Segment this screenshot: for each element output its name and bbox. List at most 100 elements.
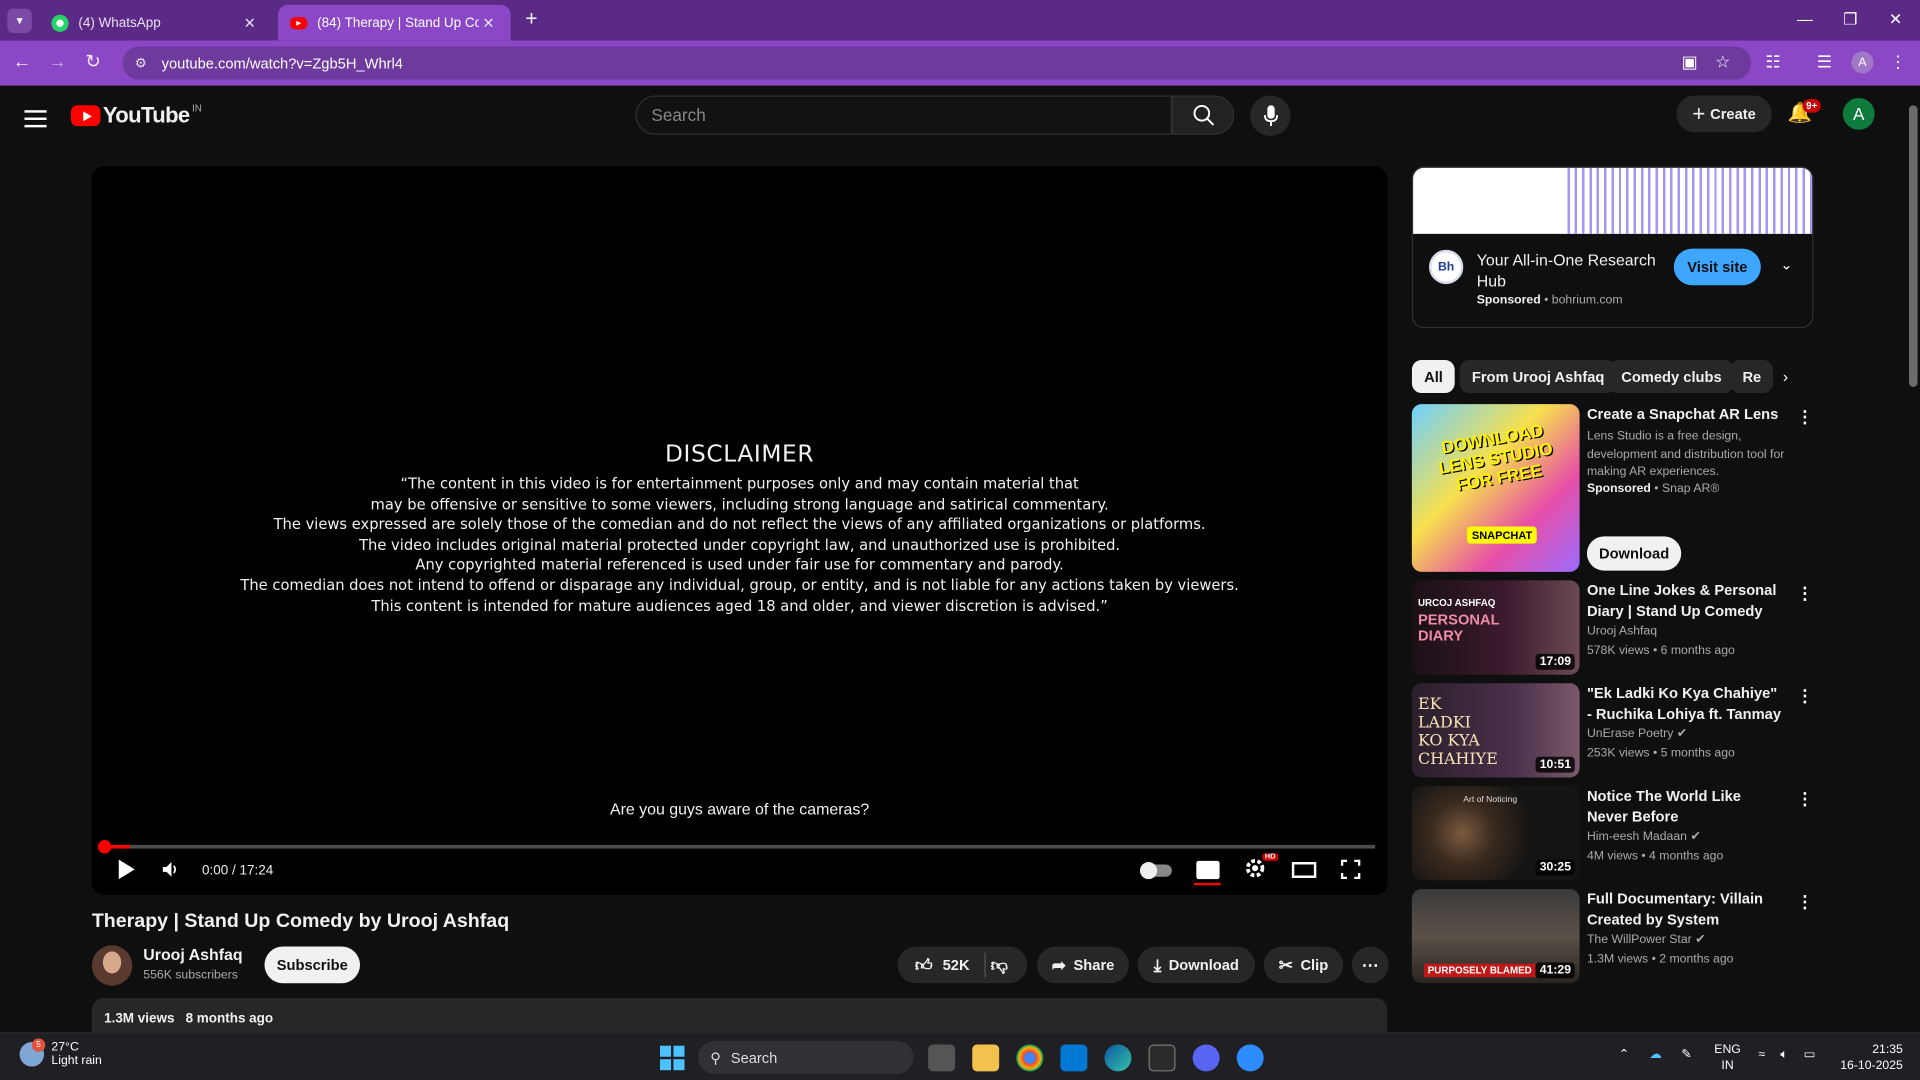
channel-name[interactable]: Urooj Ashfaq [143, 945, 242, 963]
battery-icon[interactable]: ▭ [1804, 1048, 1816, 1061]
back-icon[interactable]: ← [10, 50, 34, 74]
vscode-icon[interactable] [1060, 1044, 1088, 1072]
terminal-icon[interactable] [1148, 1044, 1176, 1072]
new-tab-button[interactable]: + [519, 7, 543, 31]
video-title[interactable]: Full Documentary: Villain Created by Sys… [1587, 889, 1783, 929]
more-vert-icon[interactable]: ⋮ [1796, 407, 1813, 428]
windows-start-icon[interactable] [659, 1044, 686, 1071]
tab-whatsapp[interactable]: (4) WhatsApp ✕ [39, 5, 272, 41]
search-input[interactable]: Search [635, 95, 1172, 135]
progress-scrubber[interactable] [97, 840, 112, 854]
channel-name[interactable]: UnErase Poetry ✔ [1587, 727, 1687, 740]
theater-mode-icon[interactable] [1291, 862, 1317, 878]
thumbs-down-icon[interactable]: 👎︎ [991, 954, 1008, 975]
tab-search-button[interactable]: ▾ [7, 8, 32, 34]
zoom-icon[interactable] [1236, 1044, 1264, 1072]
more-vert-icon[interactable]: ⋮ [1796, 583, 1813, 604]
onedrive-icon[interactable]: ☁ [1649, 1048, 1661, 1061]
task-view-icon[interactable] [928, 1044, 956, 1072]
thumbnail[interactable]: PURPOSELY BLAMED 41:29 [1411, 888, 1580, 984]
description-box[interactable]: 1.3M views 8 months ago [91, 997, 1388, 1033]
sponsored-recommendation[interactable]: DOWNLOAD LENS STUDIO FOR FREE SNAPCHAT C… [1411, 404, 1813, 573]
search-button[interactable] [1171, 95, 1235, 135]
language-indicator[interactable]: ENG IN [1714, 1042, 1741, 1074]
progress-bar[interactable] [97, 840, 1376, 854]
share-button[interactable]: ➦ Share [1037, 946, 1129, 984]
thumbnail[interactable]: URCOJ ASHFAQ PERSONAL DIARY 17:09 [1411, 580, 1580, 675]
chip-comedy-clubs[interactable]: Comedy clubs [1608, 360, 1734, 394]
chip-more[interactable]: Re [1730, 360, 1774, 394]
recommendation-item[interactable]: URCOJ ASHFAQ PERSONAL DIARY 17:09 One Li… [1411, 580, 1813, 676]
system-clock[interactable]: 21:35 16-10-2025 [1832, 1042, 1903, 1074]
restore-icon[interactable]: ❐ [1838, 10, 1862, 30]
visit-site-button[interactable]: Visit site [1673, 248, 1761, 286]
video-title[interactable]: One Line Jokes & Personal Diary | Stand … [1587, 580, 1783, 622]
media-control-icon[interactable]: ☰ [1812, 51, 1836, 72]
thumbnail[interactable]: Art of Noticing 30:25 [1411, 786, 1580, 881]
video-title[interactable]: Notice The World Like Never Before [1587, 786, 1783, 826]
subscribe-button[interactable]: Subscribe [264, 946, 361, 984]
like-button[interactable]: 👍︎ 52K [915, 954, 970, 975]
account-avatar[interactable]: A [1842, 97, 1875, 130]
site-info-icon[interactable]: ⚙ [135, 55, 155, 71]
settings-button[interactable] [1244, 857, 1266, 884]
more-vert-icon[interactable]: ⋮ [1796, 891, 1813, 912]
taskbar-search[interactable]: ⚲ Search [697, 1040, 914, 1074]
play-button[interactable] [116, 858, 136, 885]
minimize-icon[interactable]: — [1793, 10, 1817, 28]
close-icon[interactable]: ✕ [240, 14, 260, 31]
create-button[interactable]: + Create [1676, 95, 1772, 133]
thumbnail[interactable]: EK LADKI KO KYA CHAHIYE 10:51 [1411, 683, 1580, 778]
edge-icon[interactable] [1104, 1044, 1132, 1072]
download-button[interactable]: ⤓ Download [1137, 946, 1256, 984]
channel-name[interactable]: Urooj Ashfaq [1587, 624, 1657, 637]
extensions-icon[interactable]: ☷ [1761, 51, 1785, 72]
video-title[interactable]: Create a Snapchat AR Lens [1587, 404, 1783, 424]
recommendation-item[interactable]: Art of Noticing 30:25 Notice The World L… [1411, 786, 1813, 882]
speaker-icon[interactable]: 🔈︎ [1780, 1048, 1787, 1061]
subtitles-icon[interactable] [1196, 860, 1220, 880]
autoplay-toggle[interactable] [1140, 862, 1172, 880]
install-app-icon[interactable]: ▣ [1678, 51, 1702, 72]
reload-icon[interactable]: ↻ [81, 50, 105, 74]
sponsored-ad-card[interactable]: Bh Your All-in-One Research Hub Sponsore… [1411, 166, 1814, 329]
url-field[interactable]: ⚙ youtube.com/watch?v=Zgb5H_Whrl4 [122, 46, 1752, 80]
channel-name[interactable]: The WillPower Star ✔ [1587, 933, 1705, 946]
voice-search-button[interactable] [1250, 95, 1291, 136]
tab-youtube[interactable]: (84) Therapy | Stand Up Comedy ✕ [277, 4, 511, 41]
chrome-icon[interactable] [1016, 1044, 1044, 1072]
bookmark-star-icon[interactable]: ☆ [1711, 51, 1735, 72]
mute-button[interactable] [162, 861, 182, 883]
video-player[interactable]: DISCLAIMER “The content in this video is… [91, 166, 1388, 896]
close-icon[interactable]: ✕ [479, 14, 499, 31]
chevron-up-icon[interactable]: ⌃ [1619, 1048, 1629, 1061]
chip-from-channel[interactable]: From Urooj Ashfaq [1459, 360, 1617, 394]
chip-all[interactable]: All [1411, 360, 1456, 394]
browser-profile-avatar[interactable]: A [1851, 51, 1874, 74]
forward-icon[interactable]: → [45, 50, 69, 74]
recommendation-item[interactable]: EK LADKI KO KYA CHAHIYE 10:51 "Ek Ladki … [1411, 683, 1813, 779]
thumbnail[interactable]: DOWNLOAD LENS STUDIO FOR FREE SNAPCHAT [1411, 404, 1580, 572]
clip-button[interactable]: ✂ Clip [1263, 946, 1344, 984]
video-title[interactable]: "Ek Ladki Ko Kya Chahiye" - Ruchika Lohi… [1587, 683, 1783, 725]
menu-icon[interactable] [24, 105, 47, 132]
ad-title[interactable]: Your All-in-One Research Hub [1477, 250, 1673, 292]
more-vert-icon[interactable]: ⋮ [1796, 789, 1813, 810]
pen-icon[interactable]: ✎ [1681, 1048, 1691, 1061]
chevron-down-icon[interactable]: ⌄ [1780, 256, 1792, 273]
window-close-icon[interactable]: ✕ [1883, 10, 1907, 30]
ad-download-button[interactable]: Download [1586, 536, 1682, 571]
more-actions-button[interactable]: ⋯ [1351, 946, 1389, 984]
scrollbar-thumb[interactable] [1908, 105, 1918, 387]
chevron-right-icon[interactable]: › [1783, 367, 1788, 385]
more-vert-icon[interactable]: ⋮ [1796, 686, 1813, 707]
browser-menu-icon[interactable]: ⋮ [1886, 51, 1910, 72]
fullscreen-button[interactable] [1340, 859, 1361, 880]
file-explorer-icon[interactable] [972, 1044, 1000, 1072]
discord-icon[interactable] [1192, 1044, 1220, 1072]
ad-banner-image[interactable] [1413, 167, 1813, 234]
channel-name[interactable]: Him-eesh Madaan ✔ [1587, 830, 1701, 843]
channel-avatar[interactable] [91, 945, 133, 986]
wifi-icon[interactable]: ≈ [1758, 1048, 1765, 1061]
youtube-logo[interactable]: YouTube IN [71, 103, 202, 129]
